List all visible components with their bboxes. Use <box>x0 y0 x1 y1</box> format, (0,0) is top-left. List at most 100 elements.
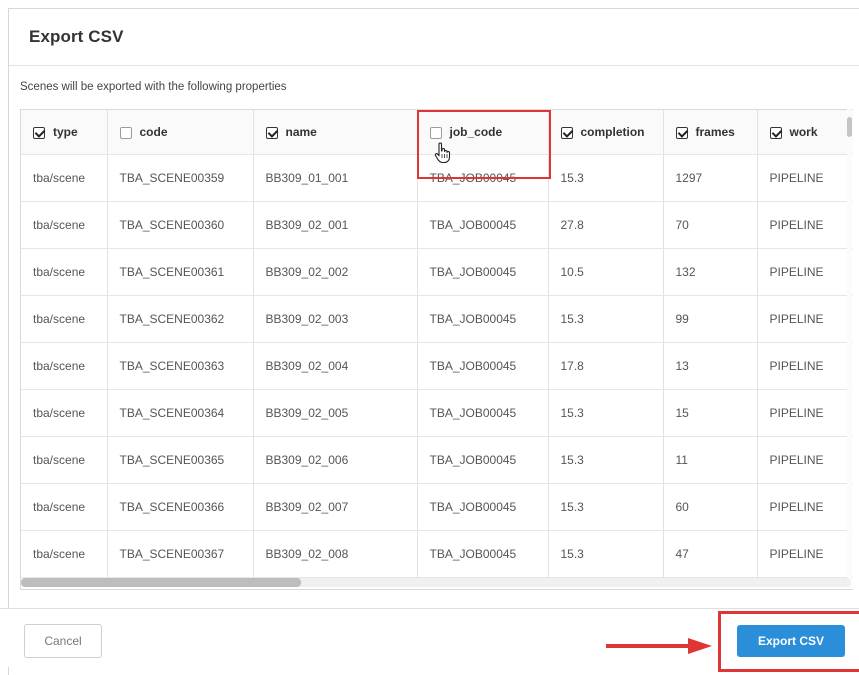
table-cell-job-code: TBA_JOB00045 <box>417 530 549 578</box>
table-cell-type: tba/scene <box>21 295 108 343</box>
column-header-name: name <box>253 110 418 155</box>
column-checkbox-frames[interactable] <box>675 127 688 139</box>
table-row: tba/scene TBA_SCENE00365 BB309_02_006 TBA_J… <box>21 436 853 484</box>
table-cell-completion: 15.3 <box>548 436 664 484</box>
column-checkbox-name[interactable] <box>265 127 278 139</box>
table-cell-code: TBA_SCENE00366 <box>107 483 254 531</box>
table-cell-completion: 15.3 <box>548 389 664 437</box>
dialog-subtitle: Scenes will be exported with the followi… <box>20 81 287 93</box>
table-cell-work: PIPELINE <box>757 530 853 578</box>
properties-grid: type code name job_code completion frames work… <box>20 109 853 590</box>
table-cell-completion: 15.3 <box>548 295 664 343</box>
properties-table: type code name job_code completion frames work… <box>21 110 853 578</box>
table-cell-work: PIPELINE <box>757 154 853 202</box>
horizontal-scrollbar-thumb[interactable] <box>21 578 301 587</box>
table-cell-name: BB309_02_008 <box>253 530 418 578</box>
column-header-code: code <box>107 110 254 155</box>
table-cell-frames: 1297 <box>663 154 758 202</box>
table-row: tba/scene TBA_SCENE00363 BB309_02_004 TBA_J… <box>21 342 853 390</box>
table-cell-name: BB309_02_001 <box>253 201 418 249</box>
column-label: code <box>139 125 168 139</box>
table-row: tba/scene TBA_SCENE00367 BB309_02_008 TBA_J… <box>21 530 853 578</box>
column-checkbox-completion[interactable] <box>560 127 573 139</box>
table-cell-job-code: TBA_JOB00045 <box>417 295 549 343</box>
table-cell-type: tba/scene <box>21 154 108 202</box>
table-cell-completion: 15.3 <box>548 483 664 531</box>
table-cell-job-code: TBA_JOB00045 <box>417 248 549 296</box>
table-cell-work: PIPELINE <box>757 342 853 390</box>
dialog-header: Export CSV <box>9 9 859 66</box>
table-cell-name: BB309_02_004 <box>253 342 418 390</box>
cancel-button[interactable]: Cancel <box>24 624 102 658</box>
column-checkbox-type[interactable] <box>33 127 45 139</box>
dialog-title: Export CSV <box>29 27 124 46</box>
table-cell-frames: 15 <box>663 389 758 437</box>
table-cell-code: TBA_SCENE00359 <box>107 154 254 202</box>
table-cell-name: BB309_02_006 <box>253 436 418 484</box>
table-cell-type: tba/scene <box>21 248 108 296</box>
table-cell-name: BB309_02_005 <box>253 389 418 437</box>
table-cell-frames: 11 <box>663 436 758 484</box>
table-cell-name: BB309_02_003 <box>253 295 418 343</box>
table-cell-name: BB309_02_007 <box>253 483 418 531</box>
table-cell-type: tba/scene <box>21 201 108 249</box>
table-cell-work: PIPELINE <box>757 436 853 484</box>
column-checkbox-code[interactable] <box>119 127 132 139</box>
table-cell-type: tba/scene <box>21 389 108 437</box>
table-cell-code: TBA_SCENE00361 <box>107 248 254 296</box>
column-label: work <box>789 125 818 139</box>
vertical-scrollbar-track[interactable] <box>847 109 852 588</box>
table-cell-completion: 17.8 <box>548 342 664 390</box>
table-row: tba/scene TBA_SCENE00366 BB309_02_007 TBA_J… <box>21 483 853 531</box>
table-cell-completion: 15.3 <box>548 154 664 202</box>
table-row: tba/scene TBA_SCENE00360 BB309_02_001 TBA_J… <box>21 201 853 249</box>
table-cell-code: TBA_SCENE00364 <box>107 389 254 437</box>
hand-pointer-icon <box>434 142 451 164</box>
table-cell-completion: 10.5 <box>548 248 664 296</box>
table-cell-work: PIPELINE <box>757 389 853 437</box>
table-cell-job-code: TBA_JOB00045 <box>417 436 549 484</box>
table-cell-work: PIPELINE <box>757 248 853 296</box>
table-cell-name: BB309_02_002 <box>253 248 418 296</box>
table-cell-job-code: TBA_JOB00045 <box>417 201 549 249</box>
table-cell-frames: 60 <box>663 483 758 531</box>
table-cell-frames: 132 <box>663 248 758 296</box>
table-cell-completion: 15.3 <box>548 530 664 578</box>
table-cell-code: TBA_SCENE00360 <box>107 201 254 249</box>
table-row: tba/scene TBA_SCENE00361 BB309_02_002 TBA_J… <box>21 248 853 296</box>
table-cell-code: TBA_SCENE00367 <box>107 530 254 578</box>
vertical-scrollbar-thumb[interactable] <box>847 117 852 137</box>
column-label: name <box>285 125 317 139</box>
table-cell-work: PIPELINE <box>757 295 853 343</box>
export-button-highlight-box <box>718 611 859 672</box>
table-cell-code: TBA_SCENE00363 <box>107 342 254 390</box>
table-cell-frames: 47 <box>663 530 758 578</box>
table-cell-job-code: TBA_JOB00045 <box>417 389 549 437</box>
table-cell-type: tba/scene <box>21 436 108 484</box>
table-cell-type: tba/scene <box>21 342 108 390</box>
column-header-completion: completion <box>548 110 664 155</box>
table-cell-completion: 27.8 <box>548 201 664 249</box>
table-cell-type: tba/scene <box>21 530 108 578</box>
column-label: frames <box>695 125 735 139</box>
table-cell-work: PIPELINE <box>757 201 853 249</box>
table-cell-name: BB309_01_001 <box>253 154 418 202</box>
table-cell-frames: 13 <box>663 342 758 390</box>
table-cell-frames: 70 <box>663 201 758 249</box>
column-checkbox-work[interactable] <box>769 127 782 139</box>
arrow-right-icon <box>606 638 712 654</box>
column-label: completion <box>580 125 645 139</box>
table-cell-work: PIPELINE <box>757 483 853 531</box>
table-row: tba/scene TBA_SCENE00364 BB309_02_005 TBA_J… <box>21 389 853 437</box>
column-header-frames: frames <box>663 110 758 155</box>
grid-body: tba/scene TBA_SCENE00359 BB309_01_001 TBA_J… <box>21 154 853 578</box>
table-cell-code: TBA_SCENE00365 <box>107 436 254 484</box>
table-cell-job-code: TBA_JOB00045 <box>417 483 549 531</box>
table-cell-job-code: TBA_JOB00045 <box>417 342 549 390</box>
table-cell-type: tba/scene <box>21 483 108 531</box>
table-row: tba/scene TBA_SCENE00362 BB309_02_003 TBA_J… <box>21 295 853 343</box>
column-header-type: type <box>21 110 108 155</box>
column-label: type <box>53 125 78 139</box>
column-header-work: work <box>757 110 853 155</box>
table-cell-frames: 99 <box>663 295 758 343</box>
